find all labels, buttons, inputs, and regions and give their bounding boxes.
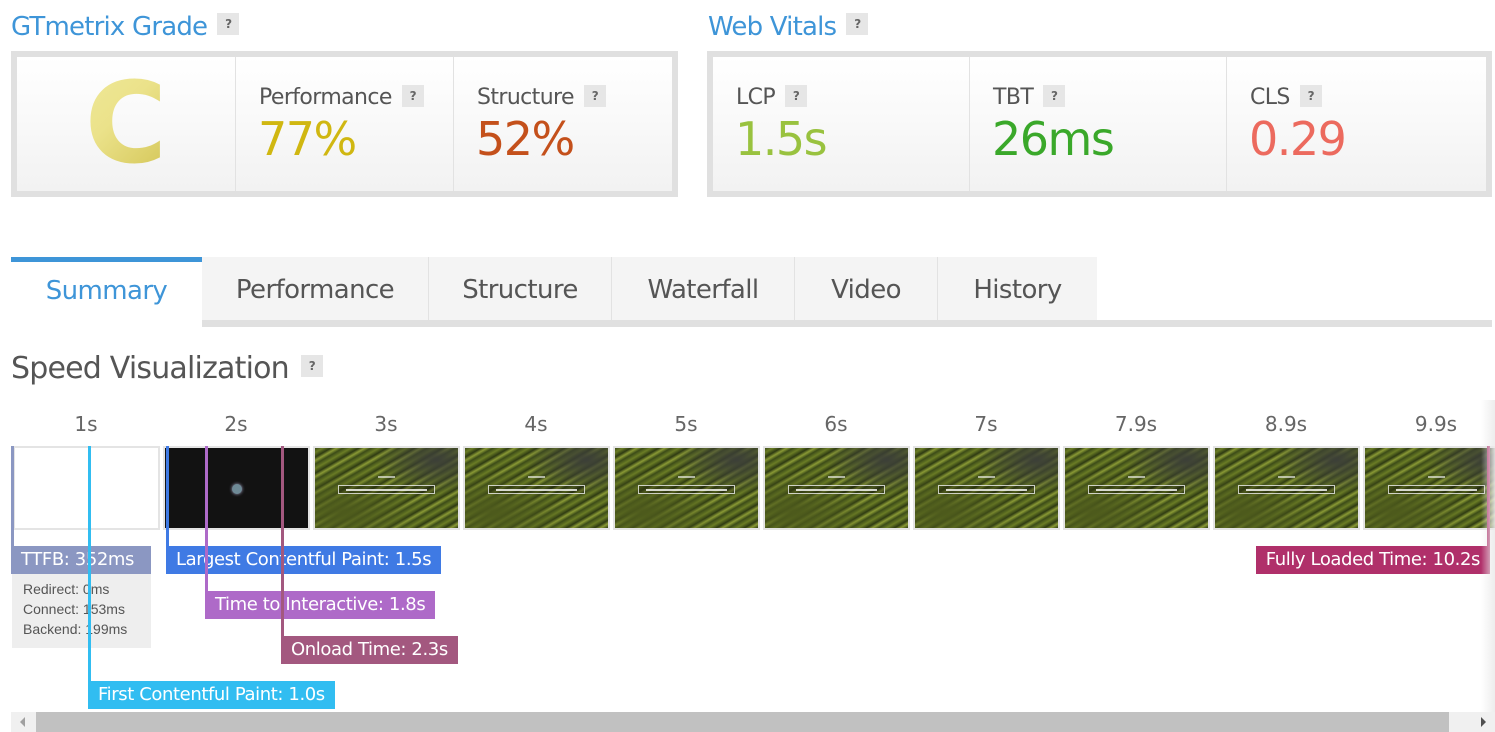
web-vitals-heading: Web Vitals [708, 12, 837, 42]
filmstrip-frame[interactable] [1063, 446, 1210, 530]
structure-score-cell: Structure? 52% [454, 57, 672, 191]
grade-panel: C Performance? 77% Structure? 52% [11, 51, 678, 197]
thumb-subtitle [1427, 476, 1446, 478]
scroll-left-arrow-icon[interactable] [11, 712, 36, 732]
frame-time-label: 7.9s [1114, 412, 1158, 436]
grade-help-icon[interactable]: ? [217, 12, 240, 35]
fcp-marker-line [88, 446, 91, 682]
gtmetrix-grade-heading: GTmetrix Grade [11, 12, 208, 42]
lcp-cell: LCP? 1.5s [713, 57, 970, 191]
thumb-banner [487, 485, 586, 494]
grade-letter: C [17, 57, 235, 191]
web-vitals-title: Web Vitals? [708, 12, 869, 42]
frame-time-label: 1s [74, 412, 98, 436]
thumb-subtitle [827, 476, 846, 478]
performance-score-cell: Performance? 77% [236, 57, 454, 191]
ttfb-marker-label: TTFB: 352ms [11, 546, 151, 574]
thumb-banner [937, 485, 1036, 494]
speed-visualization-heading: Speed Visualization [11, 351, 290, 386]
ttfb-breakdown: Redirect: 0ms Connect: 153ms Backend: 19… [12, 574, 151, 648]
thumb-subtitle [1127, 476, 1146, 478]
tti-marker-label: Time to Interactive: 1.8s [205, 591, 436, 619]
filmstrip-frame[interactable] [313, 446, 460, 530]
frame-time-label: 4s [524, 412, 548, 436]
tti-marker-line [205, 446, 208, 592]
tabs-baseline [11, 320, 1492, 327]
tab-performance[interactable]: Performance [202, 257, 429, 320]
frame-time-label: 5s [674, 412, 698, 436]
thumb-banner [1237, 485, 1336, 494]
lcp-marker-line [166, 446, 169, 548]
cls-value: 0.29 [1249, 112, 1347, 166]
tbt-value: 26ms [992, 112, 1115, 166]
frame-time-label: 2s [224, 412, 248, 436]
speed-visualization-filmstrip[interactable]: 1s 2s 3s 4s 5s 6s 7s 7.9s 8.9s 9.9s Redirect: 0ms… [0, 400, 1495, 712]
speed-visualization-title: Speed Visualization? [11, 351, 323, 386]
thumb-subtitle [977, 476, 996, 478]
tbt-help-icon[interactable]: ? [1043, 85, 1066, 107]
ttfb-redirect: Redirect: 0ms [23, 581, 110, 597]
filmstrip-scrollbar[interactable] [11, 712, 1495, 732]
filmstrip-frame[interactable] [13, 446, 160, 530]
structure-value: 52% [476, 112, 575, 166]
cls-help-icon[interactable]: ? [1299, 85, 1322, 107]
structure-label: Structure [477, 85, 575, 110]
thumb-banner [1087, 485, 1186, 494]
performance-label: Performance [259, 85, 392, 110]
onload-marker-label: Onload Time: 2.3s [281, 636, 458, 664]
performance-value: 77% [258, 112, 357, 166]
gtmetrix-grade-title: GTmetrix Grade? [11, 12, 240, 42]
frame-time-label: 7s [974, 412, 998, 436]
tbt-label: TBT [993, 85, 1034, 110]
filmstrip-frame[interactable] [1363, 446, 1495, 530]
cls-cell: CLS? 0.29 [1227, 57, 1486, 191]
tbt-cell: TBT? 26ms [970, 57, 1227, 191]
lcp-value: 1.5s [735, 112, 828, 166]
tab-waterfall[interactable]: Waterfall [612, 257, 795, 320]
thumb-subtitle [1277, 476, 1296, 478]
filmstrip-frame[interactable] [763, 446, 910, 530]
frame-time-label: 3s [374, 412, 398, 436]
scroll-right-arrow-icon[interactable] [1470, 712, 1495, 732]
thumb-subtitle [527, 476, 546, 478]
frame-time-label: 8.9s [1264, 412, 1308, 436]
performance-help-icon[interactable]: ? [401, 85, 424, 107]
structure-help-icon[interactable]: ? [583, 85, 606, 107]
fcp-marker-label: First Contentful Paint: 1.0s [88, 681, 335, 709]
lcp-help-icon[interactable]: ? [785, 85, 808, 107]
thumb-banner [337, 485, 436, 494]
report-tabs: Summary Performance Structure Waterfall … [11, 257, 1492, 327]
onload-marker-line [281, 446, 284, 638]
speed-help-icon[interactable]: ? [300, 354, 323, 377]
fully-loaded-marker-label: Fully Loaded Time: 10.2s [1255, 546, 1490, 574]
filmstrip-frame[interactable] [463, 446, 610, 530]
filmstrip-frame[interactable] [163, 446, 310, 530]
thumb-banner [637, 485, 736, 494]
ttfb-backend: Backend: 199ms [23, 621, 128, 637]
filmstrip-frame[interactable] [613, 446, 760, 530]
loading-spinner-icon [232, 484, 242, 494]
lcp-label: LCP [736, 85, 776, 110]
thumb-banner [1387, 485, 1486, 494]
filmstrip-fade [1481, 400, 1495, 712]
tab-video[interactable]: Video [795, 257, 938, 320]
tab-history[interactable]: History [938, 257, 1097, 320]
vitals-panel: LCP? 1.5s TBT? 26ms CLS? 0.29 [707, 51, 1492, 197]
filmstrip-frame[interactable] [1213, 446, 1360, 530]
tab-summary[interactable]: Summary [11, 257, 202, 327]
thumb-banner [787, 485, 886, 494]
frame-time-label: 6s [824, 412, 848, 436]
ttfb-connect: Connect: 153ms [23, 601, 125, 617]
filmstrip-frame[interactable] [913, 446, 1060, 530]
thumb-subtitle [377, 476, 396, 478]
vitals-help-icon[interactable]: ? [846, 12, 869, 35]
cls-label: CLS [1250, 85, 1290, 110]
scrollbar-thumb[interactable] [36, 712, 1449, 732]
thumb-subtitle [677, 476, 696, 478]
ttfb-marker-line [11, 446, 14, 548]
tab-structure[interactable]: Structure [429, 257, 612, 320]
grade-cell: C [17, 57, 236, 191]
frame-time-label: 9.9s [1414, 412, 1458, 436]
